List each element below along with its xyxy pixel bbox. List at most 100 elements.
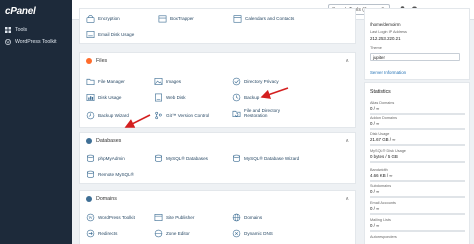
statistics-title: Statistics bbox=[370, 89, 391, 95]
server-information-link[interactable]: Server Information bbox=[370, 70, 406, 75]
wordpress-icon: W bbox=[5, 39, 11, 45]
mysql-databases-item[interactable]: MySQL® Databases bbox=[154, 154, 208, 163]
stat-label: Addon Domains bbox=[370, 116, 398, 120]
domains-header[interactable]: Domains bbox=[86, 196, 117, 202]
remote-mysql-icon bbox=[87, 170, 94, 178]
stat-label: Alias Domains bbox=[370, 101, 395, 105]
dynamic-dns-icon bbox=[232, 229, 241, 238]
files-header[interactable]: Files bbox=[86, 58, 107, 64]
stat-bar bbox=[370, 230, 465, 232]
zone-editor-item[interactable]: Zone Editor bbox=[154, 229, 190, 238]
phpmyadmin-item[interactable]: phpMyAdmin bbox=[86, 154, 125, 163]
stat-value: 0 / ∞ bbox=[370, 106, 380, 111]
site-publisher-icon bbox=[154, 214, 163, 221]
redirects-icon bbox=[86, 229, 95, 238]
database-section-icon bbox=[86, 138, 92, 144]
stat-label: Subdomains bbox=[370, 184, 392, 188]
stat-value: 0 bytes / 5 GB bbox=[370, 154, 398, 159]
wordpress-icon: W bbox=[86, 213, 95, 222]
domains-icon bbox=[232, 213, 241, 222]
email-disk-usage-item[interactable]: Email Disk Usage bbox=[86, 30, 134, 39]
site-publisher-item[interactable]: Site Publisher bbox=[154, 213, 194, 222]
git-icon bbox=[155, 111, 162, 120]
sidebar-item-label: Tools bbox=[15, 27, 28, 33]
encryption-item[interactable]: Encryption bbox=[86, 14, 120, 23]
databases-title: Databases bbox=[96, 138, 122, 144]
right-column: /home/demoirm Last Login IP Address 212.… bbox=[364, 0, 474, 244]
sidebar-item-label: WordPress Toolkit bbox=[15, 39, 57, 45]
stat-bar bbox=[370, 180, 465, 182]
stat-label: Bandwidth bbox=[370, 168, 388, 172]
statistics-box: Statistics Alias Domains 0 / ∞ Addon Dom… bbox=[364, 82, 470, 244]
backup-item[interactable]: Backup bbox=[232, 93, 259, 102]
phpmyadmin-icon bbox=[87, 154, 94, 162]
mysql-icon bbox=[155, 154, 162, 162]
last-login-label: Last Login IP Address bbox=[370, 30, 407, 34]
stat-label: Disk Usage bbox=[370, 132, 390, 136]
stat-bar bbox=[370, 161, 465, 163]
stat-label: Mailing Lists bbox=[370, 218, 391, 222]
stat-value: 4.66 KB / ∞ bbox=[370, 173, 393, 178]
stat-value: 0 / ∞ bbox=[370, 121, 380, 126]
lock-icon bbox=[86, 15, 95, 23]
files-panel: Files ∧ File Manager Images Directory Pr… bbox=[79, 52, 356, 128]
domains-item[interactable]: Domains bbox=[232, 213, 262, 222]
stat-bar bbox=[370, 213, 465, 215]
web-disk-item[interactable]: Web Disk bbox=[154, 93, 186, 102]
last-login-ip: 212.253.220.21 bbox=[370, 36, 401, 41]
sidebar-item-tools[interactable]: Tools bbox=[5, 27, 27, 33]
svg-text:W: W bbox=[88, 215, 93, 220]
git-version-control-item[interactable]: Git™ Version Control bbox=[154, 111, 209, 120]
mysql-database-wizard-item[interactable]: MySQL® Database Wizard bbox=[232, 154, 299, 163]
stat-value: 21.67 GB / ∞ bbox=[370, 137, 396, 142]
disk-usage-item[interactable]: Disk Usage bbox=[86, 93, 122, 102]
domains-title: Domains bbox=[96, 196, 117, 202]
sidebar-item-wordpress-toolkit[interactable]: W WordPress Toolkit bbox=[5, 39, 57, 45]
general-info-box: /home/demoirm Last Login IP Address 212.… bbox=[364, 8, 470, 80]
stat-value: 0 / ∞ bbox=[370, 189, 380, 194]
backup-wizard-icon bbox=[86, 111, 95, 120]
files-section-icon bbox=[86, 58, 92, 64]
boxtrapper-item[interactable]: BoxTrapper bbox=[158, 14, 194, 23]
restore-icon bbox=[232, 110, 241, 117]
backup-icon bbox=[232, 93, 241, 102]
grid-icon bbox=[5, 27, 11, 33]
stat-label: Autoresponders bbox=[370, 235, 397, 239]
images-icon bbox=[154, 78, 163, 85]
stat-bar bbox=[370, 128, 465, 130]
collapse-icon[interactable]: ∧ bbox=[345, 138, 349, 144]
cpanel-logo[interactable]: cPanel bbox=[5, 6, 36, 17]
disk-icon bbox=[86, 31, 95, 38]
collapse-icon[interactable]: ∧ bbox=[345, 58, 349, 64]
dynamic-dns-item[interactable]: Dynamic DNS bbox=[232, 229, 273, 238]
backup-wizard-item[interactable]: Backup Wizard bbox=[86, 111, 129, 120]
calendars-contacts-item[interactable]: Calendars and Contacts bbox=[233, 14, 294, 23]
wordpress-toolkit-item[interactable]: W WordPress Toolkit bbox=[86, 213, 135, 222]
remote-mysql-item[interactable]: Remote MySQL® bbox=[86, 170, 134, 179]
svg-text:W: W bbox=[6, 40, 10, 44]
mysql-wizard-icon bbox=[233, 154, 240, 162]
files-title: Files bbox=[96, 58, 108, 64]
stat-label: Email Accounts bbox=[370, 201, 396, 205]
disk-usage-icon bbox=[86, 94, 95, 101]
databases-header[interactable]: Databases bbox=[86, 138, 121, 144]
file-manager-item[interactable]: File Manager bbox=[86, 77, 125, 86]
directory-privacy-icon bbox=[232, 77, 241, 86]
databases-panel: Databases ∧ phpMyAdmin MySQL® Databases … bbox=[79, 132, 356, 184]
file-directory-restoration-item[interactable]: File and Directory Restoration bbox=[232, 108, 294, 118]
domains-panel: Domains ∧ W WordPress Toolkit Site Publi… bbox=[79, 190, 356, 244]
redirects-item[interactable]: Redirects bbox=[86, 229, 117, 238]
stat-bar bbox=[370, 196, 465, 198]
stat-label: MySQL® Disk Usage bbox=[370, 149, 406, 153]
stat-bar bbox=[370, 144, 465, 146]
theme-select[interactable]: jupiter bbox=[370, 53, 460, 61]
calendar-icon bbox=[233, 15, 242, 23]
images-item[interactable]: Images bbox=[154, 77, 181, 86]
stat-value: 0 / ∞ bbox=[370, 223, 380, 228]
sidebar: cPanel Tools W WordPress Toolkit bbox=[0, 0, 72, 244]
directory-privacy-item[interactable]: Directory Privacy bbox=[232, 77, 279, 86]
collapse-icon[interactable]: ∧ bbox=[345, 196, 349, 202]
home-directory: /home/demoirm bbox=[370, 22, 401, 27]
theme-label: Theme bbox=[370, 46, 382, 50]
stat-bar bbox=[370, 113, 465, 115]
